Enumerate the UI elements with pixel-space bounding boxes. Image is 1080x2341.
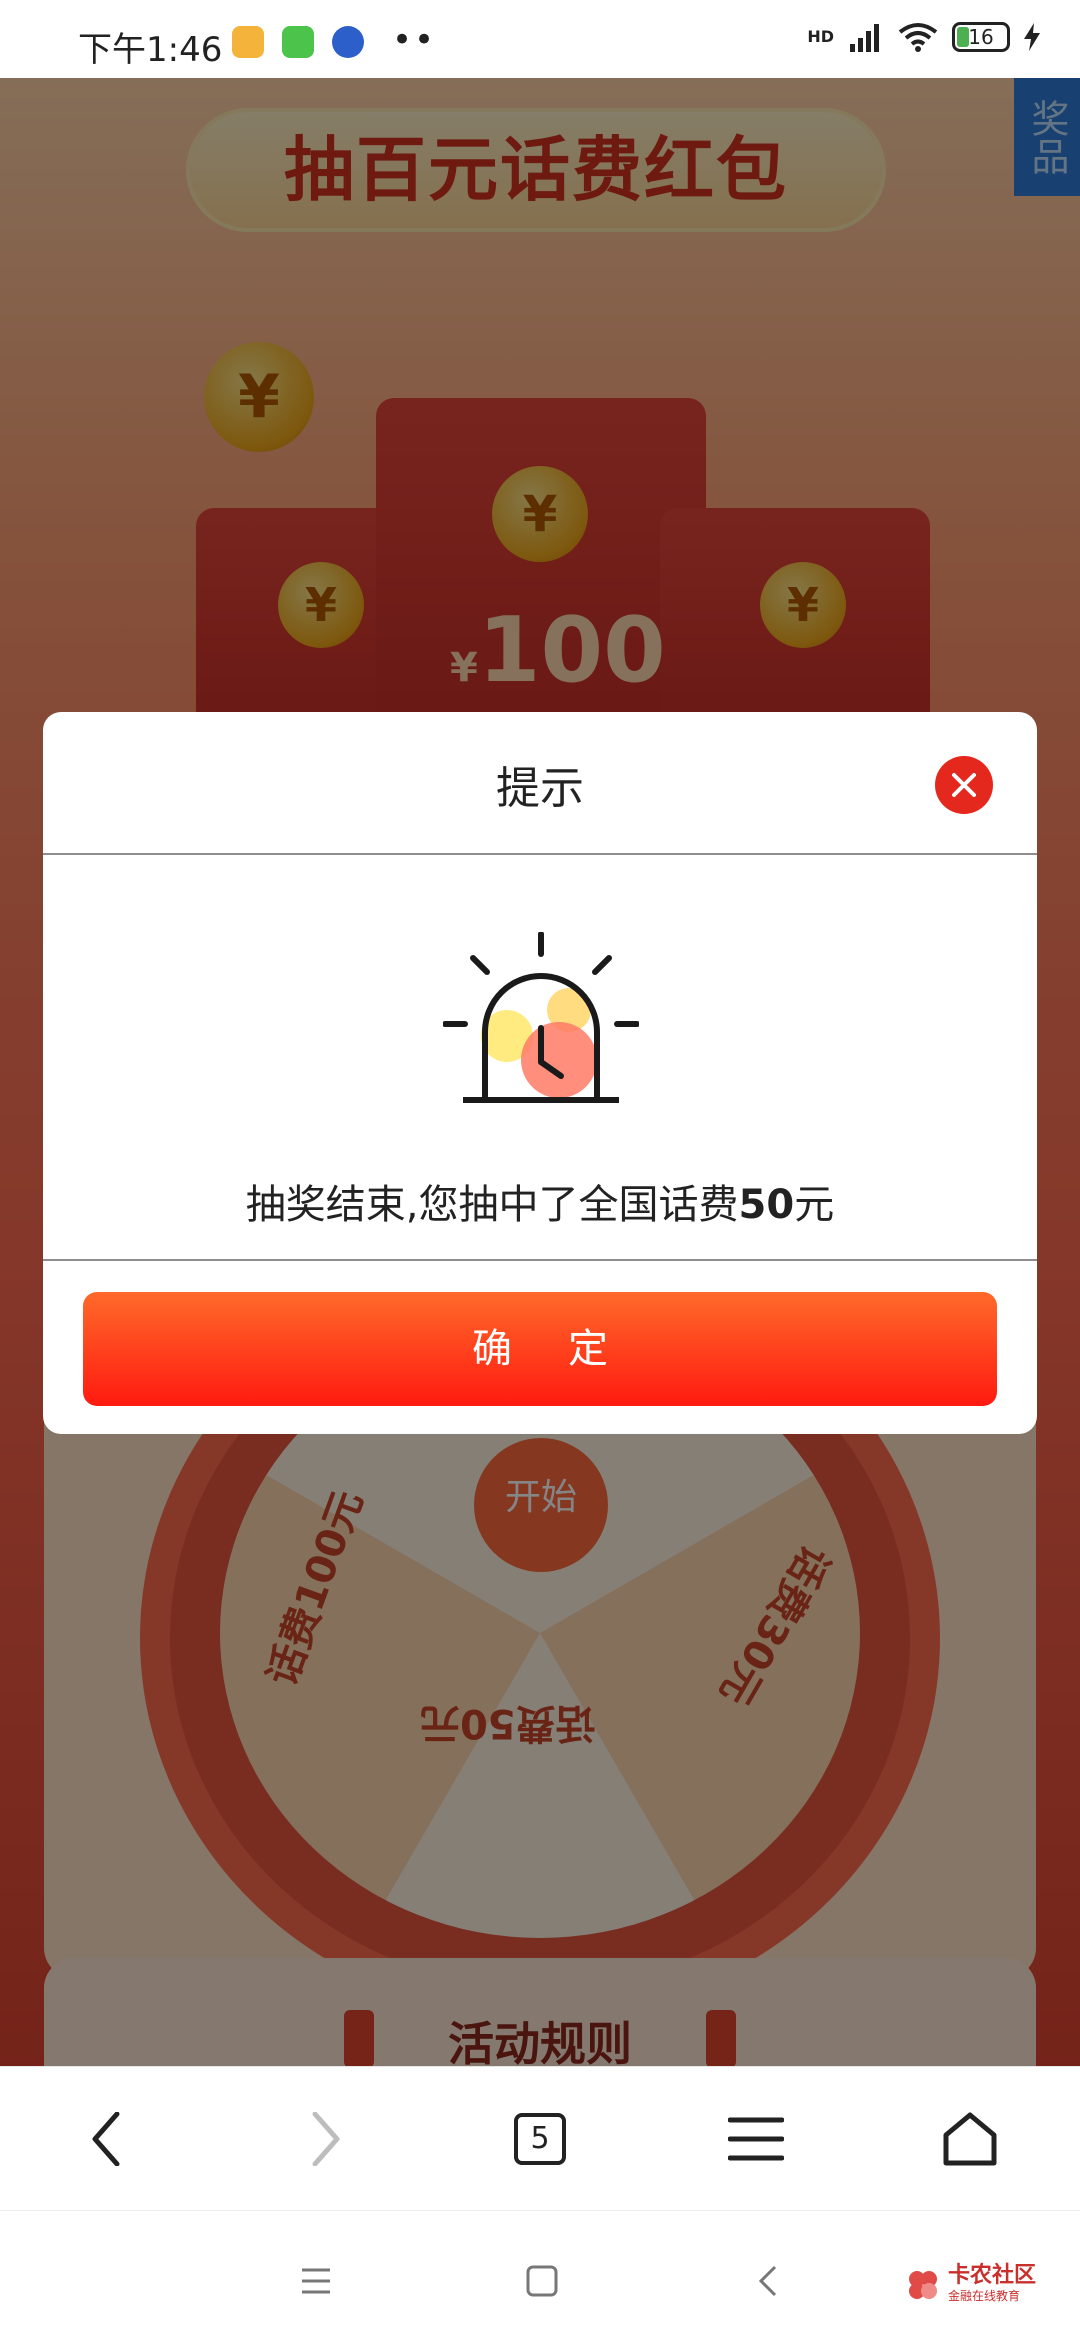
status-right: HD 16 (807, 22, 1040, 52)
recent-apps-button[interactable] (292, 2257, 340, 2305)
confirm-button[interactable]: 确定 (83, 1292, 997, 1406)
back-button[interactable] (70, 2103, 142, 2175)
more-notifications-icon: •• (392, 20, 437, 60)
battery-icon: 16 (952, 22, 1010, 52)
watermark-name: 卡农社区 (947, 2263, 1036, 2288)
browser-toolbar: 5 (0, 2066, 1080, 2211)
result-amount: 50 (738, 1182, 795, 1228)
recent-apps-icon (302, 2268, 330, 2294)
result-message-suffix: 元 (794, 1182, 835, 1228)
footer-divider (43, 1259, 1037, 1261)
system-nav-bar: 卡农社区 金融在线教育 (0, 2210, 1080, 2341)
bank-app-icon (332, 26, 364, 58)
battery-level: 16 (968, 25, 994, 49)
menu-button[interactable] (720, 2103, 792, 2175)
chevron-left-icon (92, 2112, 120, 2166)
home-button[interactable] (934, 2103, 1006, 2175)
header-divider (43, 853, 1037, 855)
watermark: 卡农社区 金融在线教育 (906, 2265, 1036, 2304)
alarm-clock-icon (443, 932, 639, 1103)
kanong-logo-icon (908, 2270, 937, 2299)
back-triangle-icon (758, 2265, 777, 2297)
result-message: 抽奖结束,您抽中了全国话费50元 (43, 1172, 1037, 1230)
forward-button[interactable] (290, 2103, 362, 2175)
chevron-right-icon (312, 2112, 340, 2166)
tabs-button[interactable]: 5 (504, 2103, 576, 2175)
square-icon (526, 2265, 558, 2297)
wechat-app-icon (282, 26, 314, 58)
menu-icon (728, 2117, 784, 2161)
status-time: 下午1:46 (78, 30, 223, 70)
back-nav-button[interactable] (744, 2257, 792, 2305)
home-nav-button[interactable] (518, 2257, 566, 2305)
notes-app-icon (232, 26, 264, 58)
status-bar: 下午1:46 •• HD 16 (0, 0, 1080, 78)
close-icon (952, 773, 976, 797)
dialog-title: 提示 (496, 763, 584, 814)
alert-dialog: 提示 抽奖结束,您抽中了全国话费50元 确定 (43, 712, 1037, 1434)
watermark-subtitle: 金融在线教育 (947, 2289, 1020, 2303)
charging-icon (1024, 23, 1040, 51)
signal-icon (850, 24, 879, 52)
tab-count: 5 (514, 2113, 566, 2165)
wifi-icon (898, 23, 938, 52)
home-icon (943, 2112, 997, 2166)
result-message-prefix: 抽奖结束,您抽中了全国话费 (245, 1182, 739, 1228)
close-button[interactable] (935, 756, 993, 814)
hd-indicator: HD (807, 27, 834, 46)
